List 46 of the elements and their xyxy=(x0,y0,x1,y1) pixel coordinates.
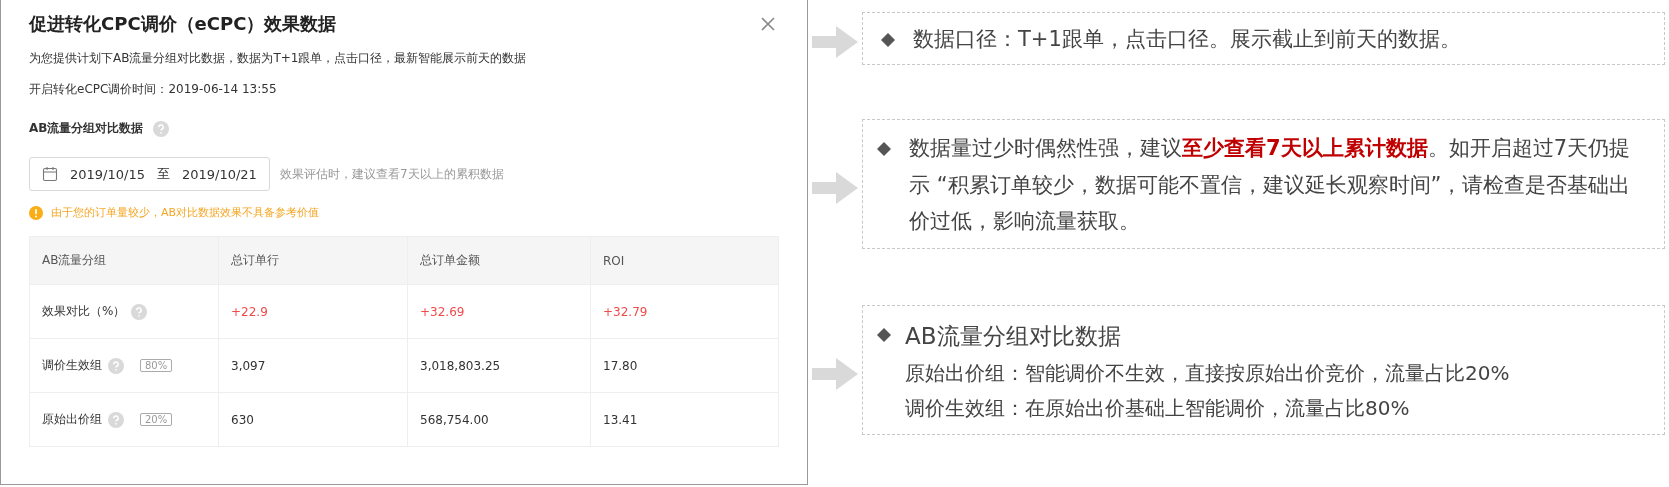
row-label: 效果对比（%） xyxy=(42,304,126,318)
calendar-icon xyxy=(42,166,58,182)
start-date: 2019/10/15 xyxy=(70,166,145,182)
note-text: 调价生效组：在原始出价基础上智能调价，流量占比80% xyxy=(904,395,1411,423)
share-tag: 80% xyxy=(140,359,173,372)
diamond-icon xyxy=(877,141,891,156)
section-title: AB流量分组对比数据 xyxy=(29,120,144,137)
end-date: 2019/10/21 xyxy=(181,166,257,182)
diamond-icon xyxy=(877,328,891,342)
help-icon[interactable] xyxy=(108,411,124,428)
arrow xyxy=(812,24,858,61)
date-hint: 效果评估时，建议查看7天以上的累积数据 xyxy=(279,165,504,183)
column-header: ROI xyxy=(590,236,779,285)
date-range-picker[interactable]: 2019/10/15 至 2019/10/21 xyxy=(29,157,270,191)
arrow xyxy=(812,169,858,206)
warning-icon xyxy=(29,205,43,220)
note-text: 数据口径：T+1跟单，点击口径。展示截止到前天的数据。 xyxy=(913,26,1461,53)
column-header: 总订单金额 xyxy=(407,236,591,285)
table-cell: +32.69 xyxy=(407,284,591,339)
share-tag: 20% xyxy=(140,413,173,426)
help-icon[interactable] xyxy=(131,303,148,320)
dialog-title: 促进转化CPC调价（eCPC）效果数据 xyxy=(29,12,337,36)
column-header: 总订单行 xyxy=(218,236,408,285)
column-header: AB流量分组 xyxy=(29,236,219,285)
close-icon[interactable] xyxy=(761,17,775,31)
start-time-text: 开启转化eCPC调价时间：2019-06-14 13:55 xyxy=(29,81,278,98)
table-cell: 568,754.00 xyxy=(407,392,591,447)
table-cell: +32.79 xyxy=(590,284,779,339)
warning-text: 由于您的订单量较少，AB对比数据效果不具备参考价值 xyxy=(51,205,320,220)
help-icon[interactable] xyxy=(153,120,170,137)
table-cell: 17.80 xyxy=(590,338,779,393)
note-heading: AB流量分组对比数据 xyxy=(905,322,1121,351)
table-cell: 13.41 xyxy=(590,392,779,447)
diamond-icon xyxy=(881,33,895,47)
date-separator: 至 xyxy=(156,165,170,183)
arrow xyxy=(812,356,858,393)
help-icon[interactable] xyxy=(108,357,124,374)
description-text: 为您提供计划下AB流量分组对比数据，数据为T+1跟单，点击口径，最新智能展示前天的数据 xyxy=(29,50,528,67)
note-text: 原始出价组：智能调价不生效，直接按原始出价竞价，流量占比20% xyxy=(904,360,1511,388)
table-cell: 630 xyxy=(218,392,408,447)
note-text: 数据量过少时偶然性强，建议至少查看7天以上累计数据。如开启超过7天仍提示 “积累订单较少，数据可能不置信，建议延长观察时间”，请检查是否基础出价过低，影响流量获取。 xyxy=(909,134,1632,236)
row-label: 原始出价组 xyxy=(42,412,102,426)
table-cell: 3,097 xyxy=(218,338,408,393)
table-cell: +22.9 xyxy=(218,284,408,339)
table-cell: 3,018,803.25 xyxy=(407,338,591,393)
row-label: 调价生效组 xyxy=(42,358,102,372)
